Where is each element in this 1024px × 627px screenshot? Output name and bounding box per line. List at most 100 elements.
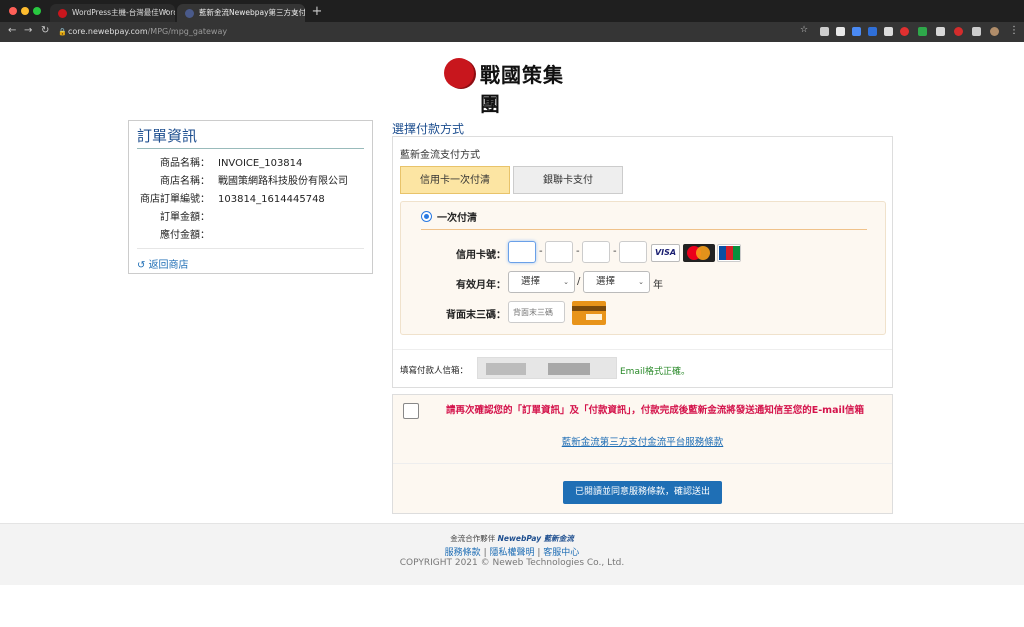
email-input[interactable]	[477, 357, 617, 379]
card-number-input-1[interactable]	[508, 241, 536, 263]
separator-dash: -	[539, 246, 543, 257]
footer: 金流合作夥伴 NewebPay 藍新金流 服務條款 | 隱私權聲明 | 客服中心…	[0, 523, 1024, 585]
extension-icon[interactable]	[884, 27, 893, 36]
extension-icon[interactable]	[918, 27, 927, 36]
back-to-store-link[interactable]: ↺ 返回商店	[137, 256, 189, 271]
payment-panel: 藍新金流支付方式 信用卡一次付清 銀聯卡支付 一次付清 信用卡號： - - - …	[392, 136, 893, 388]
undo-arrow-icon: ↺	[137, 260, 149, 271]
menu-kebab-icon[interactable]: ⋮	[1009, 25, 1019, 36]
extension-icon[interactable]	[868, 27, 877, 36]
redacted-text	[548, 363, 590, 375]
tab-favicon-icon	[58, 9, 67, 18]
extension-icon[interactable]	[900, 27, 909, 36]
order-row-key: 商品名稱：	[160, 158, 210, 169]
email-label: 填寫付款人信箱：	[400, 366, 469, 376]
card-number-input-2[interactable]	[545, 241, 573, 263]
tab-unionpay[interactable]: 銀聯卡支付	[513, 166, 623, 194]
card-number-input-4[interactable]	[619, 241, 647, 263]
confirmation-panel: 請再次確認您的「訂單資訊」及「付款資訊」，付款完成後藍新金流將發送通知信至您的E…	[392, 394, 893, 514]
url-field[interactable]: 🔒 core.newebpay.com/MPG/mpg_gateway	[58, 25, 227, 39]
submit-button[interactable]: 已閱讀並同意服務條款，確認送出	[563, 481, 722, 504]
tab-credit-card-once[interactable]: 信用卡一次付清	[400, 166, 510, 194]
extension-icon[interactable]	[820, 27, 829, 36]
browser-window: WordPress主機-台灣最佳WordP ✕ 藍新金流Newebpay第三方支…	[0, 0, 1024, 627]
puzzle-extensions-icon[interactable]	[972, 27, 981, 36]
url-host: core.newebpay.com	[68, 27, 148, 36]
extension-icon[interactable]	[936, 27, 945, 36]
chevron-down-icon: ⌄	[563, 278, 569, 286]
expiry-year-value: 選擇	[596, 276, 616, 287]
payment-title: 選擇付款方式	[392, 122, 465, 136]
payment-page: 戰國策集團 訂單資訊 商品名稱： INVOICE_103814 商店名稱： 戰國策網…	[0, 42, 1024, 627]
back-arrow-icon[interactable]: ←	[8, 25, 16, 36]
newebpay-logo: NewebPay 藍新金流	[497, 534, 574, 543]
agree-checkbox[interactable]	[403, 403, 419, 419]
close-window-button[interactable]	[9, 7, 17, 15]
order-row-value: 戰國策網路科技股份有限公司	[218, 176, 348, 187]
new-tab-button[interactable]: +	[310, 5, 324, 19]
browser-tab[interactable]: WordPress主機-台灣最佳WordP ✕	[50, 4, 175, 22]
minimize-window-button[interactable]	[21, 7, 29, 15]
order-row-value: 103814_1614445748	[218, 194, 325, 205]
company-logo: 戰國策集團	[444, 56, 584, 116]
tab-close-icon[interactable]: ✕	[162, 4, 169, 22]
order-row-key: 商店名稱：	[160, 176, 210, 187]
footer-link-terms[interactable]: 服務條款	[445, 548, 481, 558]
extension-icon[interactable]	[852, 27, 861, 36]
expiry-month-value: 選擇	[521, 276, 541, 287]
order-row-key: 商店訂單編號：	[140, 194, 210, 205]
separator-dash: -	[576, 246, 580, 257]
forward-arrow-icon[interactable]: →	[24, 25, 32, 36]
divider	[421, 229, 867, 230]
url-path: /MPG/mpg_gateway	[147, 27, 228, 36]
maximize-window-button[interactable]	[33, 7, 41, 15]
logo-text: 戰國策集團	[480, 63, 564, 116]
order-row-key: 訂單金額：	[160, 212, 210, 223]
footer-link-privacy[interactable]: 隱私權聲明	[489, 548, 534, 558]
order-row: 商品名稱： INVOICE_103814	[135, 154, 303, 169]
terms-link[interactable]: 藍新金流第三方支付金流平台服務條款	[393, 434, 892, 448]
mastercard-icon	[683, 244, 715, 262]
order-row: 應付金額：	[135, 226, 218, 241]
order-info-title: 訂單資訊	[137, 125, 364, 149]
card-number-input-3[interactable]	[582, 241, 610, 263]
logo-sun-icon	[444, 58, 474, 88]
year-suffix: 年	[653, 280, 663, 291]
lock-icon: 🔒	[58, 28, 67, 36]
order-row-value: INVOICE_103814	[218, 158, 303, 169]
copyright: COPYRIGHT 2021 © Neweb Technologies Co.,…	[399, 558, 625, 568]
browser-tab-active[interactable]: 藍新金流Newebpay第三方支付金 ✕	[177, 4, 305, 22]
expiry-month-select[interactable]: 選擇 ⌄	[508, 271, 575, 293]
separator-slash: /	[577, 276, 581, 287]
divider	[137, 248, 364, 249]
cvv-input[interactable]	[508, 301, 565, 323]
partner-label: 金流合作夥伴	[450, 534, 496, 543]
expiry-year-select[interactable]: 選擇 ⌄	[583, 271, 650, 293]
extension-icon[interactable]	[836, 27, 845, 36]
pay-once-label: 一次付清	[437, 213, 477, 224]
chevron-down-icon: ⌄	[638, 278, 644, 286]
order-row: 商店名稱： 戰國策網路科技股份有限公司	[135, 172, 348, 187]
method-label: 藍新金流支付方式	[400, 150, 480, 161]
expiry-label: 有效月年：	[456, 280, 506, 291]
redacted-text	[486, 363, 526, 375]
address-bar: ← → ↻ 🔒 core.newebpay.com/MPG/mpg_gatewa…	[0, 22, 1024, 42]
order-row-key: 應付金額：	[160, 230, 210, 241]
tab-title: 藍新金流Newebpay第三方支付金	[199, 8, 305, 17]
reload-icon[interactable]: ↻	[41, 25, 49, 36]
footer-links: 服務條款 | 隱私權聲明 | 客服中心	[444, 548, 580, 558]
bookmark-star-icon[interactable]: ☆	[800, 25, 808, 35]
extension-icon[interactable]	[954, 27, 963, 36]
order-row: 訂單金額：	[135, 208, 218, 223]
divider	[393, 463, 892, 464]
confirm-warning-text: 請再次確認您的「訂單資訊」及「付款資訊」，付款完成後藍新金流將發送通知信至您的E…	[445, 405, 864, 416]
pay-once-radio[interactable]	[421, 211, 432, 222]
back-to-store-label: 返回商店	[148, 260, 189, 271]
footer-link-support[interactable]: 客服中心	[543, 548, 579, 558]
tab-close-icon[interactable]: ✕	[292, 4, 299, 22]
partner-line: 金流合作夥伴 NewebPay 藍新金流	[0, 533, 1024, 544]
profile-avatar-icon[interactable]	[990, 27, 999, 36]
email-row: 填寫付款人信箱： Email格式正確。	[393, 349, 892, 387]
card-number-label: 信用卡號：	[456, 250, 506, 261]
jcb-icon	[717, 244, 741, 262]
